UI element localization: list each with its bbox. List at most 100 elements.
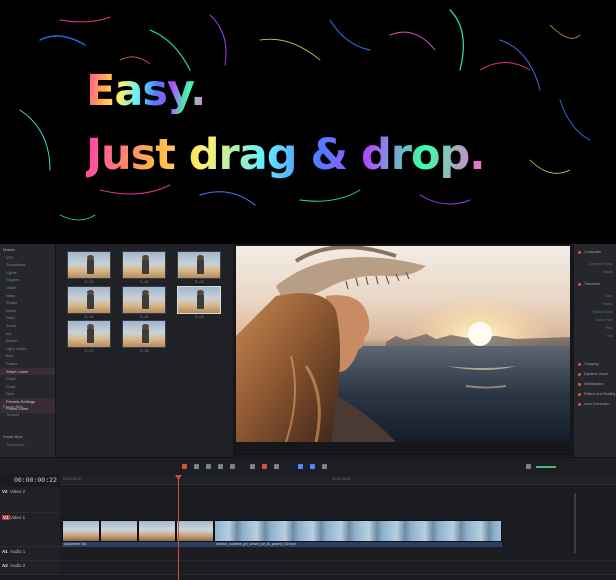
tree-item[interactable]: Transitions: [0, 261, 55, 269]
thumbnail-label: TL-03: [194, 280, 204, 284]
preview-frame-image: [236, 246, 570, 442]
tree-item[interactable]: Ripples: [0, 276, 55, 284]
track-header-a1[interactable]: A1 Audio 1: [0, 547, 60, 561]
tree-item[interactable]: Blur: [0, 352, 55, 360]
timeline-clip[interactable]: [176, 520, 214, 542]
audio-lane-a1[interactable]: [60, 547, 616, 561]
track-header-v1[interactable]: V1 Video 1: [0, 513, 60, 547]
inspector-section[interactable]: Lens Correction: [578, 402, 609, 406]
blade-tool-icon[interactable]: [206, 464, 211, 469]
volume-slider[interactable]: [536, 466, 556, 468]
tree-item[interactable]: Flash: [0, 375, 55, 383]
inspector-section[interactable]: Dynamic Zoom: [578, 372, 608, 376]
inspector-property: Anchor Point: [594, 318, 613, 322]
hero-headline-line1: Easy.: [86, 66, 206, 116]
media-thumbnail[interactable]: [67, 286, 111, 314]
media-thumbnail[interactable]: [122, 320, 166, 348]
link-icon[interactable]: [262, 464, 267, 469]
tree-item[interactable]: VFX: [0, 254, 55, 262]
thumbnail-label: TL-02: [139, 280, 149, 284]
tree-item[interactable]: Iris: [0, 330, 55, 338]
tree-item-active[interactable]: Stripe Lower: [0, 367, 55, 376]
section-toggle-icon[interactable]: [578, 250, 581, 254]
inspector-section[interactable]: Composite: [578, 250, 601, 254]
inspector-section[interactable]: Stabilization: [578, 382, 603, 386]
inspector-section[interactable]: Transform: [578, 282, 600, 286]
timeline-scrollbar[interactable]: [574, 493, 576, 553]
tree-item-master[interactable]: Master: [0, 246, 55, 254]
timeline-clip[interactable]: [138, 520, 176, 542]
tree-item[interactable]: Warp: [0, 292, 55, 300]
tree-item[interactable]: Lights: [0, 269, 55, 277]
section-toggle-icon[interactable]: [578, 362, 581, 366]
tree-item[interactable]: Zoom: [0, 322, 55, 330]
timeline-clip[interactable]: [100, 520, 138, 542]
inspector-section[interactable]: Cropping: [578, 362, 599, 366]
media-thumbnail[interactable]: [67, 251, 111, 279]
hero-headline-line2: Just drag & drop.: [86, 130, 486, 180]
tree-item[interactable]: Shake: [0, 299, 55, 307]
playhead[interactable]: [178, 475, 179, 580]
position-lock-icon[interactable]: [274, 464, 279, 469]
audio-lane-a2[interactable]: [60, 561, 616, 575]
track-id: V1: [2, 515, 10, 520]
light-streaks-background: [19, 9, 591, 221]
track-name: Audio 2: [10, 563, 26, 568]
preview-viewer[interactable]: [233, 244, 573, 454]
marker-icon[interactable]: [310, 464, 315, 469]
smart-bins-header[interactable]: Smart Bins: [0, 434, 56, 439]
thumbnail-label: TL-08: [139, 349, 149, 353]
track-id: A1: [2, 549, 8, 554]
media-thumbnail[interactable]: [67, 320, 111, 348]
media-thumbnail[interactable]: [122, 286, 166, 314]
section-toggle-icon[interactable]: [578, 282, 581, 286]
track-name: Video 1: [10, 515, 26, 520]
track-id: V2: [2, 489, 8, 494]
inspector-property: Position: [601, 302, 613, 306]
insert-clip-icon[interactable]: [218, 464, 223, 469]
tree-item[interactable]: Light Leaks: [0, 345, 55, 353]
speaker-icon[interactable]: [526, 464, 531, 469]
snap-icon[interactable]: [250, 464, 255, 469]
timeline-clip[interactable]: [62, 520, 100, 542]
thumbnail-label: TL-05: [139, 315, 149, 319]
section-toggle-icon[interactable]: [578, 382, 581, 386]
thumbnail-label: TL-01: [84, 280, 94, 284]
timeline-clip-long[interactable]: [214, 520, 502, 542]
tree-item[interactable]: Swirl: [0, 314, 55, 322]
overwrite-clip-icon[interactable]: [230, 464, 235, 469]
section-toggle-icon[interactable]: [578, 402, 581, 406]
thumbnail-label: TL-04: [84, 315, 94, 319]
smart-bins-item[interactable]: Keywords: [0, 442, 56, 447]
pointer-tool-icon[interactable]: [182, 464, 187, 469]
power-bins-header[interactable]: Power Bins: [0, 404, 56, 409]
track-header-a2[interactable]: A2 Audio 2: [0, 561, 60, 575]
section-toggle-icon[interactable]: [578, 392, 581, 396]
power-bins-item[interactable]: Master: [0, 412, 56, 417]
media-thumbnail-selected[interactable]: [177, 286, 221, 314]
media-thumbnail[interactable]: [122, 251, 166, 279]
timeline-panel: 00:00:00:22 00:00:00:00 00:00:08:00 V2 V…: [0, 475, 616, 580]
timeline-ruler[interactable]: 00:00:00:00 00:00:08:00: [60, 475, 616, 485]
inspector-section[interactable]: Retime And Scaling: [578, 392, 615, 396]
inspector-panel: Composite Composite Mode Opacity Transfo…: [573, 244, 616, 468]
track-header-v2[interactable]: V2 Video 2: [0, 487, 60, 513]
video-editor-window: Master VFX Transitions Lights Ripples Gl…: [0, 244, 616, 580]
tree-item[interactable]: Frame: [0, 360, 55, 368]
inspector-property: Zoom: [604, 294, 613, 298]
track-name: Video 2: [10, 489, 26, 494]
inspector-property: Composite Mode: [588, 262, 613, 266]
section-toggle-icon[interactable]: [578, 372, 581, 376]
trim-tool-icon[interactable]: [194, 464, 199, 469]
tree-item[interactable]: Spin: [0, 390, 55, 398]
tree-item[interactable]: Bokeh: [0, 337, 55, 345]
inspector-property: Pitch: [605, 326, 613, 330]
media-thumbnail[interactable]: [177, 251, 221, 279]
woman-with-hat-sunset-image: [236, 246, 570, 442]
tree-item[interactable]: Wave: [0, 307, 55, 315]
tree-item[interactable]: Push: [0, 383, 55, 391]
zoom-full-icon[interactable]: [322, 464, 327, 469]
tree-item[interactable]: Glitch: [0, 284, 55, 292]
flag-icon[interactable]: [298, 464, 303, 469]
timecode-display[interactable]: 00:00:00:22: [14, 477, 57, 484]
